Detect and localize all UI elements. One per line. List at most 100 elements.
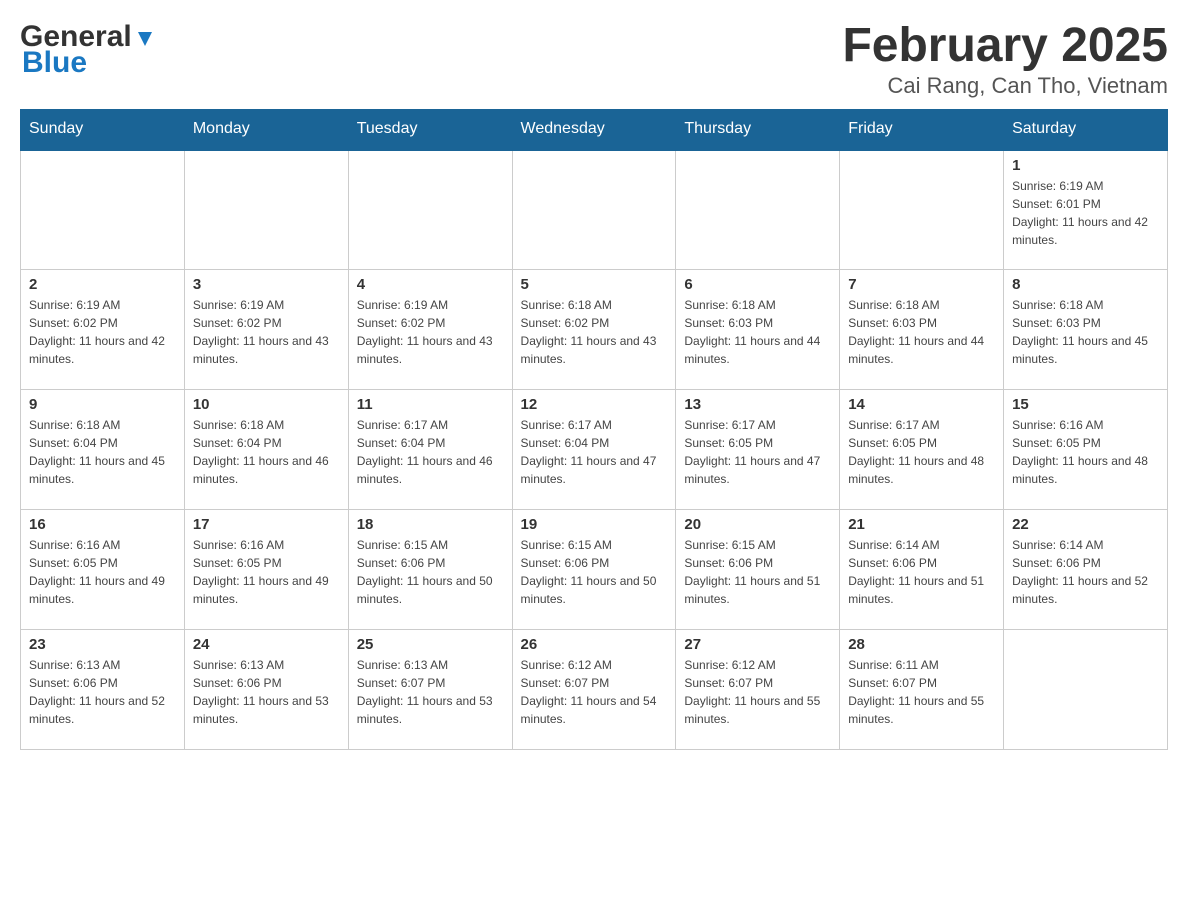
calendar-week-row: 16 Sunrise: 6:16 AM Sunset: 6:05 PM Dayli… [21, 509, 1168, 629]
calendar-cell [184, 149, 348, 269]
day-info: Sunrise: 6:13 AM Sunset: 6:06 PM Dayligh… [29, 656, 176, 728]
day-number: 18 [357, 516, 504, 533]
day-number: 3 [193, 276, 340, 293]
calendar-cell: 24 Sunrise: 6:13 AM Sunset: 6:06 PM Dayli… [184, 629, 348, 749]
calendar-cell [512, 149, 676, 269]
day-number: 10 [193, 396, 340, 413]
calendar-cell: 26 Sunrise: 6:12 AM Sunset: 6:07 PM Dayli… [512, 629, 676, 749]
day-info: Sunrise: 6:18 AM Sunset: 6:02 PM Dayligh… [521, 296, 668, 368]
logo: General Blue [20, 20, 156, 80]
day-number: 16 [29, 516, 176, 533]
day-number: 17 [193, 516, 340, 533]
day-info: Sunrise: 6:18 AM Sunset: 6:03 PM Dayligh… [1012, 296, 1159, 368]
calendar-cell [676, 149, 840, 269]
day-info: Sunrise: 6:19 AM Sunset: 6:01 PM Dayligh… [1012, 177, 1159, 249]
calendar-week-row: 2Sunrise: 6:19 AM Sunset: 6:02 PM Daylig… [21, 269, 1168, 389]
day-info: Sunrise: 6:18 AM Sunset: 6:04 PM Dayligh… [29, 416, 176, 488]
calendar-cell: 14 Sunrise: 6:17 AM Sunset: 6:05 PM Dayli… [840, 389, 1004, 509]
day-number: 6 [684, 276, 831, 293]
calendar-cell: 4 Sunrise: 6:19 AM Sunset: 6:02 PM Daylig… [348, 269, 512, 389]
title-block: February 2025 Cai Rang, Can Tho, Vietnam [842, 20, 1168, 99]
calendar-cell: 12 Sunrise: 6:17 AM Sunset: 6:04 PM Dayli… [512, 389, 676, 509]
page-header: General Blue February 2025 Cai Rang, Can… [20, 20, 1168, 99]
calendar-cell: 25 Sunrise: 6:13 AM Sunset: 6:07 PM Dayli… [348, 629, 512, 749]
calendar-title: February 2025 [842, 20, 1168, 73]
day-info: Sunrise: 6:13 AM Sunset: 6:07 PM Dayligh… [357, 656, 504, 728]
calendar-cell: 9 Sunrise: 6:18 AM Sunset: 6:04 PM Daylig… [21, 389, 185, 509]
day-number: 19 [521, 516, 668, 533]
day-info: Sunrise: 6:16 AM Sunset: 6:05 PM Dayligh… [29, 536, 176, 608]
day-info: Sunrise: 6:14 AM Sunset: 6:06 PM Dayligh… [848, 536, 995, 608]
day-number: 9 [29, 396, 176, 413]
day-number: 20 [684, 516, 831, 533]
day-number: 13 [684, 396, 831, 413]
calendar-cell: 16 Sunrise: 6:16 AM Sunset: 6:05 PM Dayli… [21, 509, 185, 629]
day-number: 23 [29, 636, 176, 653]
day-info: Sunrise: 6:15 AM Sunset: 6:06 PM Dayligh… [521, 536, 668, 608]
day-number: 24 [193, 636, 340, 653]
calendar-cell: 18 Sunrise: 6:15 AM Sunset: 6:06 PM Dayli… [348, 509, 512, 629]
calendar-table: SundayMondayTuesdayWednesdayThursdayFrid… [20, 109, 1168, 750]
day-info: Sunrise: 6:18 AM Sunset: 6:03 PM Dayligh… [848, 296, 995, 368]
day-info: Sunrise: 6:17 AM Sunset: 6:04 PM Dayligh… [357, 416, 504, 488]
day-info: Sunrise: 6:17 AM Sunset: 6:05 PM Dayligh… [684, 416, 831, 488]
calendar-cell: 22Sunrise: 6:14 AM Sunset: 6:06 PM Dayli… [1004, 509, 1168, 629]
weekday-header-monday: Monday [184, 109, 348, 149]
day-number: 21 [848, 516, 995, 533]
day-info: Sunrise: 6:18 AM Sunset: 6:04 PM Dayligh… [193, 416, 340, 488]
weekday-header-tuesday: Tuesday [348, 109, 512, 149]
day-number: 7 [848, 276, 995, 293]
calendar-cell: 20 Sunrise: 6:15 AM Sunset: 6:06 PM Dayli… [676, 509, 840, 629]
calendar-cell: 10 Sunrise: 6:18 AM Sunset: 6:04 PM Dayli… [184, 389, 348, 509]
day-info: Sunrise: 6:16 AM Sunset: 6:05 PM Dayligh… [1012, 416, 1159, 488]
calendar-subtitle: Cai Rang, Can Tho, Vietnam [842, 73, 1168, 99]
day-info: Sunrise: 6:12 AM Sunset: 6:07 PM Dayligh… [684, 656, 831, 728]
day-info: Sunrise: 6:19 AM Sunset: 6:02 PM Dayligh… [193, 296, 340, 368]
day-number: 22 [1012, 516, 1159, 533]
weekday-header-saturday: Saturday [1004, 109, 1168, 149]
logo-blue-text: Blue [22, 46, 87, 80]
calendar-cell: 8Sunrise: 6:18 AM Sunset: 6:03 PM Daylig… [1004, 269, 1168, 389]
day-info: Sunrise: 6:12 AM Sunset: 6:07 PM Dayligh… [521, 656, 668, 728]
day-number: 28 [848, 636, 995, 653]
calendar-cell: 13 Sunrise: 6:17 AM Sunset: 6:05 PM Dayli… [676, 389, 840, 509]
calendar-cell: 23 Sunrise: 6:13 AM Sunset: 6:06 PM Dayli… [21, 629, 185, 749]
day-info: Sunrise: 6:19 AM Sunset: 6:02 PM Dayligh… [357, 296, 504, 368]
day-info: Sunrise: 6:13 AM Sunset: 6:06 PM Dayligh… [193, 656, 340, 728]
day-info: Sunrise: 6:15 AM Sunset: 6:06 PM Dayligh… [357, 536, 504, 608]
day-info: Sunrise: 6:11 AM Sunset: 6:07 PM Dayligh… [848, 656, 995, 728]
logo-triangle-icon [134, 28, 156, 50]
day-info: Sunrise: 6:15 AM Sunset: 6:06 PM Dayligh… [684, 536, 831, 608]
day-number: 15 [1012, 396, 1159, 413]
calendar-cell: 1Sunrise: 6:19 AM Sunset: 6:01 PM Daylig… [1004, 149, 1168, 269]
day-info: Sunrise: 6:18 AM Sunset: 6:03 PM Dayligh… [684, 296, 831, 368]
day-number: 11 [357, 396, 504, 413]
calendar-cell: 6 Sunrise: 6:18 AM Sunset: 6:03 PM Daylig… [676, 269, 840, 389]
day-info: Sunrise: 6:17 AM Sunset: 6:05 PM Dayligh… [848, 416, 995, 488]
day-info: Sunrise: 6:19 AM Sunset: 6:02 PM Dayligh… [29, 296, 176, 368]
day-info: Sunrise: 6:17 AM Sunset: 6:04 PM Dayligh… [521, 416, 668, 488]
calendar-cell [840, 149, 1004, 269]
day-number: 12 [521, 396, 668, 413]
calendar-cell: 28 Sunrise: 6:11 AM Sunset: 6:07 PM Dayli… [840, 629, 1004, 749]
calendar-cell [1004, 629, 1168, 749]
day-number: 25 [357, 636, 504, 653]
day-number: 14 [848, 396, 995, 413]
calendar-header-row: SundayMondayTuesdayWednesdayThursdayFrid… [21, 109, 1168, 149]
calendar-cell: 3 Sunrise: 6:19 AM Sunset: 6:02 PM Daylig… [184, 269, 348, 389]
calendar-week-row: 1Sunrise: 6:19 AM Sunset: 6:01 PM Daylig… [21, 149, 1168, 269]
calendar-cell: 11 Sunrise: 6:17 AM Sunset: 6:04 PM Dayli… [348, 389, 512, 509]
day-number: 26 [521, 636, 668, 653]
calendar-cell: 5Sunrise: 6:18 AM Sunset: 6:02 PM Daylig… [512, 269, 676, 389]
calendar-cell: 7 Sunrise: 6:18 AM Sunset: 6:03 PM Daylig… [840, 269, 1004, 389]
calendar-cell: 17Sunrise: 6:16 AM Sunset: 6:05 PM Dayli… [184, 509, 348, 629]
calendar-cell [21, 149, 185, 269]
weekday-header-friday: Friday [840, 109, 1004, 149]
day-number: 4 [357, 276, 504, 293]
calendar-cell: 15 Sunrise: 6:16 AM Sunset: 6:05 PM Dayli… [1004, 389, 1168, 509]
weekday-header-thursday: Thursday [676, 109, 840, 149]
calendar-cell: 19 Sunrise: 6:15 AM Sunset: 6:06 PM Dayli… [512, 509, 676, 629]
weekday-header-wednesday: Wednesday [512, 109, 676, 149]
calendar-week-row: 9 Sunrise: 6:18 AM Sunset: 6:04 PM Daylig… [21, 389, 1168, 509]
calendar-cell: 2Sunrise: 6:19 AM Sunset: 6:02 PM Daylig… [21, 269, 185, 389]
